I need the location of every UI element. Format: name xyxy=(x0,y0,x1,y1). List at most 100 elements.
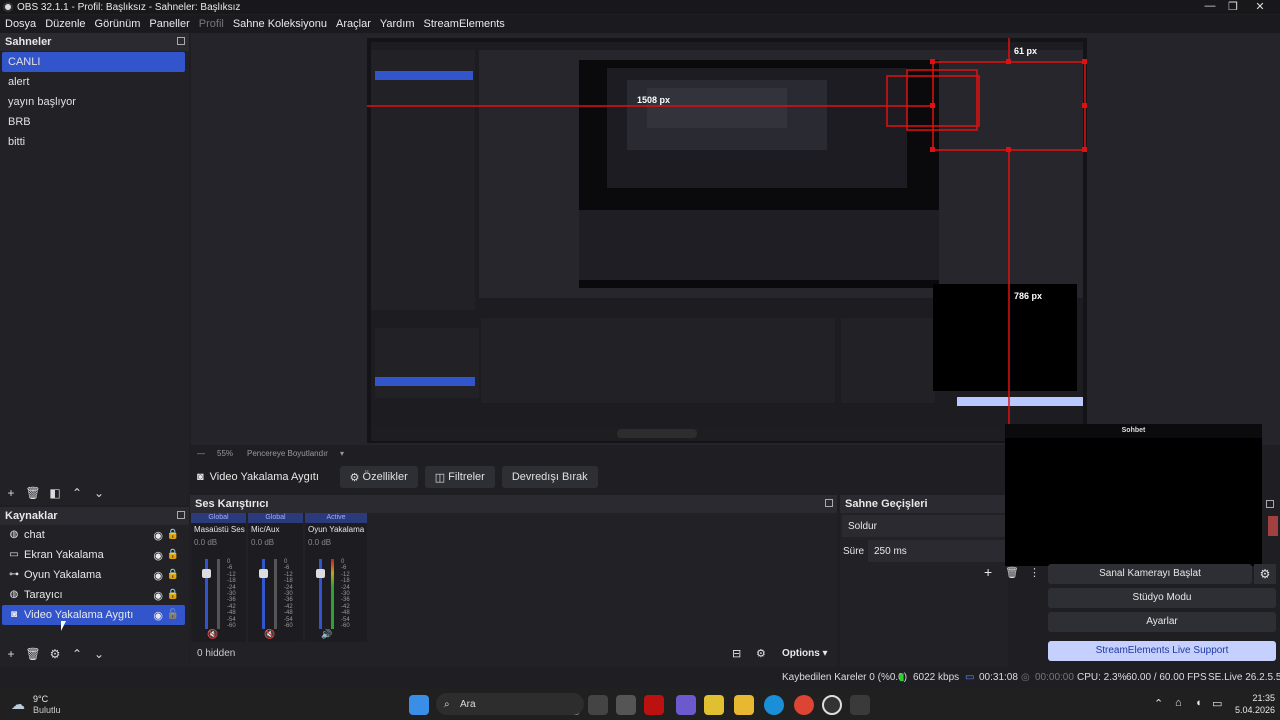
more-options-icon[interactable]: ⋮ xyxy=(1029,566,1040,580)
chevron-up-icon[interactable]: ⌃ xyxy=(1154,697,1163,710)
channel-db: 0.0 dB xyxy=(308,538,332,547)
resize-to-window[interactable]: Pencereye Boyutlandır xyxy=(247,449,328,458)
remove-source-button[interactable]: 🗑 xyxy=(22,646,44,662)
duration-input[interactable]: 250 ms xyxy=(868,540,1006,562)
speaker-icon[interactable]: 🔊 xyxy=(321,629,332,640)
restore-button[interactable]: ❐ xyxy=(1218,0,1248,13)
folder-icon[interactable] xyxy=(734,695,754,715)
visibility-eye-icon[interactable]: ◉ xyxy=(153,569,163,582)
mute-icon[interactable]: 🔇 xyxy=(207,629,218,640)
virtual-camera-button[interactable]: Sanal Kamerayı Başlat xyxy=(1048,564,1252,584)
preview-canvas[interactable]: 1508 px 61 px 786 px xyxy=(367,38,1087,443)
scene-filters-button[interactable]: ◧ xyxy=(44,485,66,501)
lock-icon[interactable]: 🔒 xyxy=(167,569,179,580)
chevron-down-icon[interactable]: ▾ xyxy=(340,449,344,458)
netflix-icon[interactable] xyxy=(644,695,664,715)
volume-icon[interactable]: ◖ xyxy=(1195,697,1202,709)
lock-icon[interactable]: 🔒 xyxy=(167,589,179,600)
scene-item[interactable]: BRB xyxy=(2,112,185,132)
stream-button-edge[interactable] xyxy=(1268,516,1278,536)
studio-mode-button[interactable]: Stüdyo Modu xyxy=(1048,588,1276,608)
taskbar-search[interactable]: ⌕ Ara xyxy=(436,693,584,715)
close-button[interactable]: ✕ xyxy=(1245,0,1275,13)
scenes-dock: Sahneler CANLI alert yayın başlıyor BRB … xyxy=(0,33,189,505)
undock-icon[interactable] xyxy=(825,499,833,507)
task-view-icon[interactable] xyxy=(588,695,608,715)
lock-icon[interactable]: 🔓 xyxy=(167,609,179,620)
move-up-button[interactable]: ⌃ xyxy=(66,485,88,501)
scene-item[interactable]: bitti xyxy=(2,132,185,152)
visibility-eye-icon[interactable]: ◉ xyxy=(153,589,163,602)
channel-name[interactable]: Oyun Yakalama xyxy=(305,525,367,534)
layout-icon[interactable]: ⊟ xyxy=(732,647,741,660)
store-icon[interactable] xyxy=(616,695,636,715)
menu-docks[interactable]: Paneller xyxy=(149,18,189,30)
remove-transition-button[interactable]: 🗑 xyxy=(1005,566,1019,580)
remove-scene-button[interactable]: 🗑 xyxy=(22,485,44,501)
source-properties-button[interactable]: ⚙ xyxy=(44,646,66,662)
scene-item[interactable]: yayın başlıyor xyxy=(2,92,185,112)
lock-icon[interactable]: 🔒 xyxy=(167,529,179,540)
source-item[interactable]: ◍ Tarayıcı ◉ 🔒 xyxy=(2,585,185,605)
volume-slider-handle[interactable] xyxy=(316,569,325,578)
mute-icon[interactable]: 🔇 xyxy=(264,629,275,640)
deactivate-button[interactable]: Devredışı Bırak xyxy=(501,466,598,488)
sources-header: Kaynaklar xyxy=(0,507,189,525)
menu-tools[interactable]: Araçlar xyxy=(336,18,371,30)
network-icon[interactable]: ⌂ xyxy=(1175,697,1182,709)
lock-icon[interactable]: 🔒 xyxy=(167,549,179,560)
move-down-button[interactable]: ⌄ xyxy=(88,646,110,662)
undock-icon[interactable] xyxy=(1266,500,1274,508)
scene-item[interactable]: alert xyxy=(2,72,185,92)
visibility-eye-icon[interactable]: ◉ xyxy=(153,609,163,622)
duck-app-icon[interactable] xyxy=(704,695,724,715)
menu-profile[interactable]: Profil xyxy=(199,18,224,30)
volume-slider-handle[interactable] xyxy=(202,569,211,578)
menu-streamelements[interactable]: StreamElements xyxy=(424,18,505,30)
visibility-eye-icon[interactable]: ◉ xyxy=(153,549,163,562)
edge-icon[interactable] xyxy=(764,695,784,715)
obs-logo-icon xyxy=(3,2,13,12)
add-scene-button[interactable]: + xyxy=(0,485,22,501)
filters-button[interactable]: ◫ Filtreler xyxy=(424,466,495,488)
source-toolbar: ◙ Video Yakalama Aygıtı ⚙ Özellikler ◫ Fil… xyxy=(191,464,1011,490)
streamelements-support-button[interactable]: StreamElements Live Support xyxy=(1048,641,1276,661)
options-button[interactable]: Options ▾ xyxy=(782,648,828,659)
move-down-button[interactable]: ⌄ xyxy=(88,485,110,501)
scene-item[interactable]: CANLI xyxy=(2,52,185,72)
source-item[interactable]: ▭ Ekran Yakalama ◉ 🔒 xyxy=(2,545,185,565)
chrome-icon[interactable] xyxy=(794,695,814,715)
menu-file[interactable]: Dosya xyxy=(5,18,36,30)
add-source-button[interactable]: + xyxy=(0,646,22,662)
source-label: Video Yakalama Aygıtı xyxy=(24,609,134,621)
advanced-audio-icon[interactable]: ⚙ xyxy=(756,647,766,660)
weather-temp[interactable]: 9°C xyxy=(33,694,48,704)
channel-name[interactable]: Mic/Aux xyxy=(248,525,303,534)
volume-slider-handle[interactable] xyxy=(259,569,268,578)
properties-button[interactable]: ⚙ Özellikler xyxy=(339,466,418,488)
copilot-icon[interactable] xyxy=(676,695,696,715)
snipping-tool-icon[interactable] xyxy=(850,695,870,715)
undock-icon[interactable] xyxy=(177,37,185,45)
settings-button[interactable]: Ayarlar xyxy=(1048,612,1276,632)
source-item[interactable]: ◙ Video Yakalama Aygıtı ◉ 🔓 xyxy=(2,605,185,625)
menu-scene-collection[interactable]: Sahne Koleksiyonu xyxy=(233,18,327,30)
move-up-button[interactable]: ⌃ xyxy=(66,646,88,662)
undock-icon[interactable] xyxy=(177,511,185,519)
obs-icon[interactable] xyxy=(822,695,842,715)
meter-ticks: 0 -6 -12 -18 -24 -30 -36 -42 -48 -54 -60 xyxy=(341,559,350,630)
source-item[interactable]: ⊶ Oyun Yakalama ◉ 🔒 xyxy=(2,565,185,585)
clock-time[interactable]: 21:35 xyxy=(1233,693,1275,703)
add-transition-button[interactable]: + xyxy=(984,564,992,580)
transition-select[interactable]: Soldur xyxy=(842,515,1006,537)
visibility-eye-icon[interactable]: ◉ xyxy=(153,529,163,542)
zoom-minus-button[interactable]: — xyxy=(197,449,205,458)
source-item[interactable]: ◍ chat ◉ 🔒 xyxy=(2,525,185,545)
channel-name[interactable]: Masaüstü Ses xyxy=(191,525,246,534)
battery-icon[interactable]: ▭ xyxy=(1212,697,1222,710)
menu-help[interactable]: Yardım xyxy=(380,18,415,30)
menu-view[interactable]: Görünüm xyxy=(95,18,141,30)
windows-start-icon[interactable] xyxy=(409,695,429,715)
gear-icon[interactable]: ⚙ xyxy=(1254,564,1276,584)
menu-edit[interactable]: Düzenle xyxy=(45,18,85,30)
